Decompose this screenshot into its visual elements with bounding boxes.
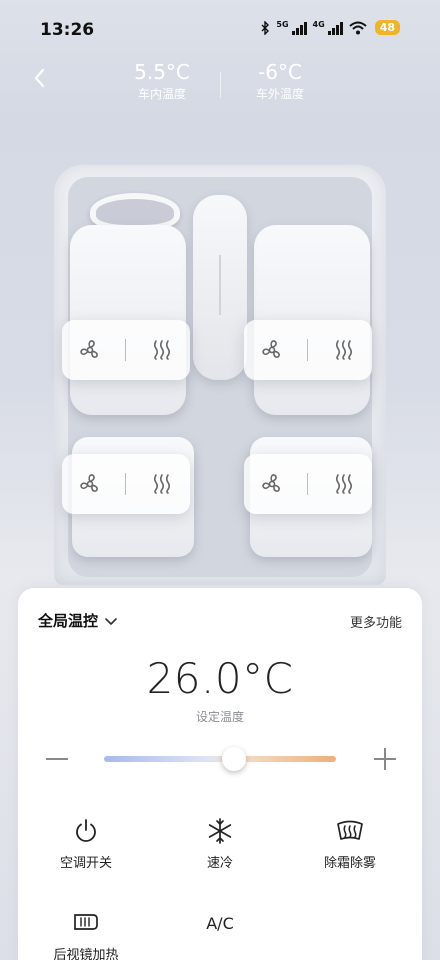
outside-temp-label: 车外温度 [255,87,304,101]
seat-heating-button[interactable] [142,330,182,370]
fan-icon [262,474,280,492]
heat-waves-icon [154,474,171,494]
battery-badge: 48 [374,20,400,35]
console-line [219,255,221,315]
seat-control-front-right [244,320,372,380]
inside-temp-label: 车内温度 [137,87,186,101]
mirror-heat-button[interactable]: 后视镜加热 [26,906,146,960]
seat-heating-button[interactable] [324,330,364,370]
header: 5.5°C 车内温度 -6°C 车外温度 [0,60,440,110]
status-time: 13:26 [40,20,95,40]
pod-separator [307,473,309,495]
fan-icon [80,340,98,358]
back-icon[interactable] [28,66,52,90]
mirror-heat-label: 后视镜加热 [53,948,119,960]
seat-ventilation-button[interactable] [252,330,292,370]
chevron-down-icon [105,617,117,625]
outside-temp-value: -6°C [258,60,302,84]
status-icons: 5G 4G 48 [260,20,400,35]
climate-control-card: 全局温控 更多功能 26.0°C 设定温度 空调开关 速冷 除霜除雾 后视镜加热… [18,588,422,960]
ac-icon: A/C [206,913,234,933]
heat-waves-icon [336,474,353,494]
seat-control-rear-right [244,454,372,514]
seat-control-front-left [62,320,190,380]
heat-waves-icon [154,340,171,360]
set-temperature-label: 设定温度 [195,710,244,724]
seat-control-rear-left [62,454,190,514]
signal-icon-2 [327,21,343,35]
climate-control-page: 13:26 5G 4G 48 5.5°C 车内温度 -6°C 车外温度 全局温控… [0,0,440,960]
fan-icon [80,474,98,492]
increase-temperature-button[interactable] [374,748,396,770]
decrease-temperature-button[interactable] [46,758,68,760]
pod-separator [307,339,309,361]
snowflake-icon [208,818,232,844]
fan-icon [262,340,280,358]
ac-power-button[interactable]: 空调开关 [26,814,146,871]
network-type-1: 5G [276,20,289,29]
mode-label: 全局温控 [38,612,99,630]
header-divider [220,72,221,98]
signal-icon [291,21,307,35]
set-temperature-value: 26.0°C [146,654,294,703]
seat-heating-button[interactable] [142,464,182,504]
ac-power-label: 空调开关 [59,856,112,871]
power-icon [76,819,96,842]
heat-waves-icon [336,340,353,360]
center-console [193,195,247,380]
network-type-2: 4G [312,20,325,29]
outside-temperature: -6°C 车外温度 [225,60,335,102]
defrost-label: 除霜除雾 [323,856,376,871]
seat-ventilation-button[interactable] [70,464,110,504]
more-functions-link[interactable]: 更多功能 [350,612,402,631]
inside-temp-value: 5.5°C [134,60,190,84]
seat-ventilation-button[interactable] [252,464,292,504]
defrost-icon [337,820,363,840]
defrost-button[interactable]: 除霜除雾 [290,814,410,871]
bluetooth-icon [261,20,270,35]
quick-cool-button[interactable]: 速冷 [160,814,280,871]
pod-separator [125,339,127,361]
quick-cool-label: 速冷 [206,856,233,871]
ac-button[interactable]: A/C [160,906,280,940]
inside-temperature: 5.5°C 车内温度 [107,60,217,102]
seat-heating-button[interactable] [324,464,364,504]
slider-thumb[interactable] [221,747,246,771]
status-bar: 13:26 5G 4G 48 [0,0,440,60]
mirror-heat-icon [74,914,98,930]
pod-separator [125,473,127,495]
seat-ventilation-button[interactable] [70,330,110,370]
temperature-slider[interactable] [104,747,336,771]
mode-dropdown[interactable]: 全局温控 [38,610,118,631]
wifi-icon [349,21,367,34]
